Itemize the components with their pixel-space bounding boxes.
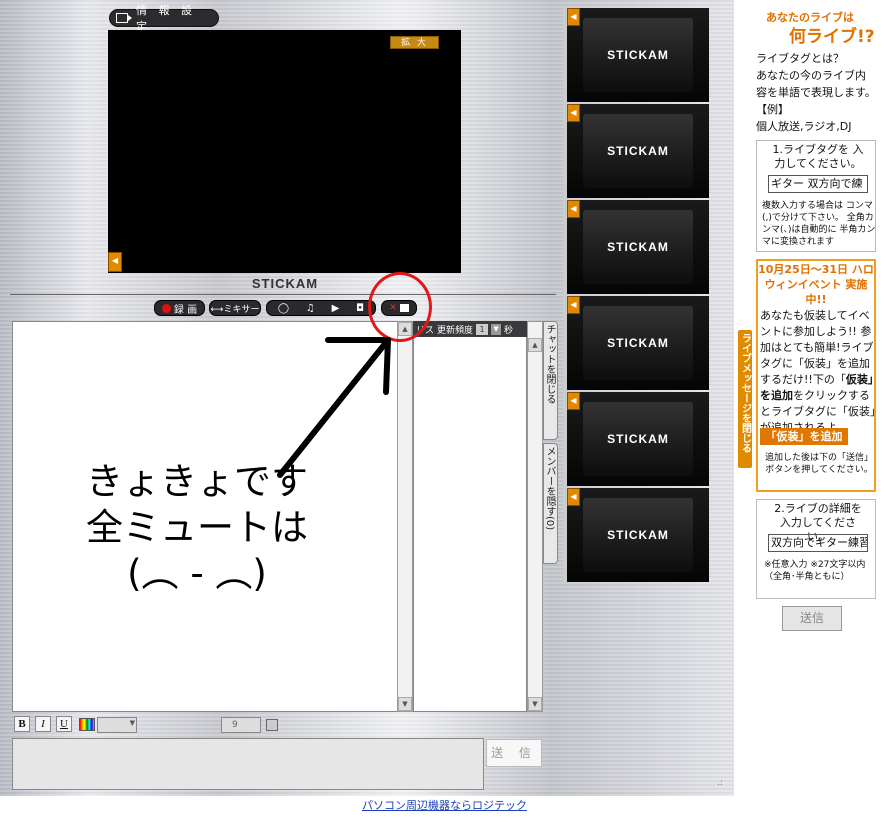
thumbnail-logo: STICKAM: [607, 240, 669, 254]
promo-title: 何ライブ!?: [789, 27, 875, 47]
scroll-up-icon[interactable]: ▲: [528, 338, 542, 352]
list-header: リス 更新頻度 1 ▼ 秒: [413, 321, 543, 337]
video-camera-icon[interactable]: ▶: [332, 303, 340, 314]
settings-ring-icon[interactable]: ◯: [278, 303, 289, 314]
chevron-down-icon[interactable]: ▼: [491, 323, 502, 335]
hide-members-tab[interactable]: メンバーを隠す(0): [543, 443, 558, 564]
monitor-icon: [116, 13, 132, 23]
tag-description: ライブタグとは？ あなたの今のライブ内 容を単語で表現します。 【例】 個人放送…: [756, 50, 880, 135]
thumbnail-4[interactable]: STICKAM: [563, 296, 709, 390]
resize-grip-icon[interactable]: .:: [717, 778, 729, 790]
live-tag-note: 複数入力する場合は コンマ(,)で分けて下さい。 全角カンマ(、)は自動的に 半…: [762, 201, 876, 247]
music-icon[interactable]: ♫: [306, 303, 315, 314]
underline-button[interactable]: U: [56, 716, 72, 732]
thumbnail-logo: STICKAM: [607, 432, 669, 446]
thumbnail-5[interactable]: STICKAM: [563, 392, 709, 486]
live-detail-input[interactable]: 双方向でギター練習: [768, 534, 868, 552]
thumbnail-logo: STICKAM: [607, 144, 669, 158]
speaker-icon[interactable]: [567, 8, 580, 26]
thumbnail-logo: STICKAM: [607, 528, 669, 542]
hide-members-label: メンバーを隠す(0): [544, 446, 555, 531]
italic-button[interactable]: I: [35, 716, 51, 732]
thumbnail-2[interactable]: STICKAM: [563, 104, 709, 198]
update-frequency-label: 更新頻度: [437, 325, 474, 336]
live-tag-title: 1.ライブタグを 入力してください。: [772, 143, 864, 170]
event-body: あなたも仮装してイベントに参加しよう!! 参加はとても簡単!ライブタグに「仮装」…: [760, 308, 876, 436]
scroll-down-icon[interactable]: ▼: [398, 697, 412, 711]
event-note: 追加した後は下の「送信」ボタンを押してください。: [764, 453, 873, 475]
live-tag-input[interactable]: ギター 双方向で練: [768, 175, 868, 193]
thumbnail-6[interactable]: STICKAM: [563, 488, 709, 582]
zoom-button[interactable]: 拡 大: [390, 36, 439, 49]
member-list-scrollbar[interactable]: ▲ ▼: [527, 321, 543, 712]
speaker-icon[interactable]: [108, 252, 122, 272]
media-button-group: ◯ ♫ ▶ ◘: [266, 300, 376, 316]
color-dropdown[interactable]: [97, 717, 137, 733]
bold-button[interactable]: B: [14, 716, 30, 732]
desc-line: 個人放送,ラジオ,DJ: [756, 120, 852, 133]
message-input[interactable]: [12, 738, 484, 790]
speaker-icon[interactable]: [567, 296, 580, 314]
desc-line: ライブタグとは？: [756, 52, 844, 65]
speaker-icon[interactable]: [567, 392, 580, 410]
thumbnail-1[interactable]: STICKAM: [563, 8, 709, 102]
sidebar-send-button[interactable]: 送信: [782, 606, 842, 631]
speaker-icon[interactable]: [567, 488, 580, 506]
camera-icon[interactable]: ◘: [356, 303, 364, 314]
desc-line: あなたの今のライブ内: [756, 69, 866, 82]
close-chat-label: チャットを閉じる: [544, 324, 555, 404]
scroll-down-icon[interactable]: ▼: [528, 697, 542, 711]
divider: [10, 294, 556, 295]
update-frequency-select[interactable]: 1: [476, 323, 489, 335]
member-list[interactable]: [413, 321, 527, 712]
annotation-line-3: (︵ - ︵): [127, 552, 267, 595]
speaker-icon[interactable]: [567, 200, 580, 218]
close-live-message-tab[interactable]: ライブメッセージを閉じる: [738, 330, 752, 468]
send-button[interactable]: 送 信: [486, 739, 542, 767]
desc-line: 容を単語で表現します。: [756, 86, 876, 99]
main-video: [108, 30, 461, 273]
record-dot-icon: [161, 303, 171, 313]
speaker-icon[interactable]: [567, 104, 580, 122]
record-label: 録 画: [173, 304, 198, 316]
thumbnail-logo: STICKAM: [607, 336, 669, 350]
annotation-arrow: [277, 337, 391, 478]
option-checkbox[interactable]: [266, 719, 278, 731]
live-detail-note: ※任意入力 ※27文字以内 （全角･半角ともに）: [764, 560, 866, 582]
desc-line: 【例】: [756, 103, 789, 116]
thumbnail-logo: STICKAM: [607, 48, 669, 62]
font-size-dropdown[interactable]: 9: [221, 717, 261, 733]
mixer-button[interactable]: ⟷ミキサー: [209, 300, 261, 316]
seconds-label: 秒: [504, 325, 514, 336]
add-costume-button[interactable]: 「仮装」を追加: [760, 428, 848, 445]
event-title: 10月25日～31日 ハロウィンイベント 実施中!!: [758, 263, 874, 306]
close-chat-tab[interactable]: チャットを閉じる: [543, 321, 558, 440]
footer-link[interactable]: パソコン周辺機器ならロジテック: [362, 797, 527, 813]
record-button[interactable]: 録 画: [154, 300, 205, 316]
annotation-line-2: 全ミュートは: [86, 506, 308, 549]
close-live-message-label: ライブメッセージを閉じる: [739, 333, 751, 453]
thumbnail-3[interactable]: STICKAM: [563, 200, 709, 294]
color-palette-icon[interactable]: [79, 718, 95, 731]
info-settings-button[interactable]: 情 報 設 定: [109, 4, 219, 33]
stickam-logo: STICKAM: [251, 276, 319, 291]
